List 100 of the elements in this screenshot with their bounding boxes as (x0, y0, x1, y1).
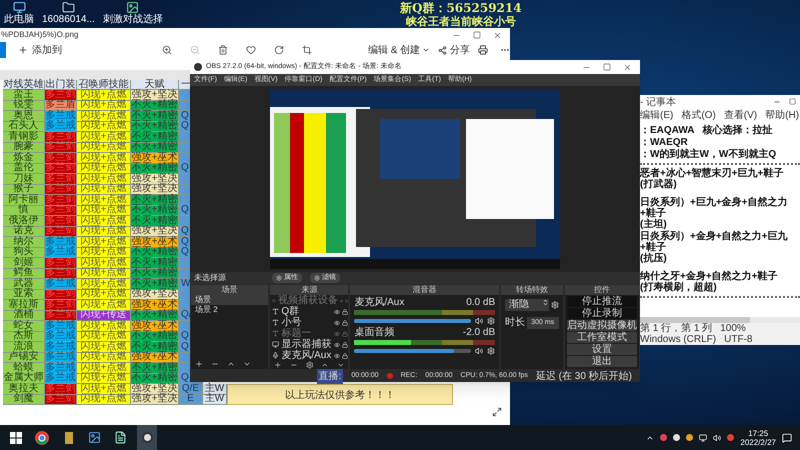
control-button[interactable]: 退出 (567, 356, 637, 367)
move-down-icon[interactable] (243, 360, 251, 368)
speaker-icon[interactable] (475, 347, 484, 355)
column-header: 出门装 (45, 80, 77, 90)
text-line: ：W的到就主W，W不到就主Q (640, 149, 776, 160)
source-item[interactable]: 小号 (270, 317, 348, 328)
text-line: 纳什之牙+金身+自然之力+鞋子 (640, 271, 778, 282)
dock-title: 控件 (565, 285, 639, 295)
item-cell: 多兰剑 (45, 195, 77, 206)
network-icon[interactable] (699, 434, 708, 442)
talent-cell: 不灭+精密 (131, 206, 179, 216)
menu-item[interactable]: 格式(O) (681, 108, 716, 122)
rotate-icon[interactable] (274, 45, 284, 55)
spell-cell: 闪现+点燃 (77, 142, 131, 153)
move-down-icon[interactable] (336, 361, 344, 369)
settings-icon[interactable] (487, 317, 496, 325)
control-button[interactable]: 停止录制 (567, 308, 637, 319)
window-title: %PDBJAH)5%)O.png (0, 29, 78, 41)
transition-select[interactable]: 渐隐 (505, 299, 549, 311)
source-item[interactable]: 显示器捕获 (270, 339, 348, 350)
column-header: 对线英雄 (3, 80, 45, 90)
gear-icon (314, 275, 320, 281)
crop-icon[interactable] (302, 45, 312, 55)
volume-slider[interactable] (354, 319, 472, 323)
notepad-icon[interactable] (114, 431, 127, 444)
obs-icon[interactable] (137, 425, 157, 450)
talent-cell: 不灭+精密 (131, 310, 179, 321)
item-cell: 多兰剑 (45, 174, 77, 184)
spell-cell: 闪现+点燃 (77, 394, 131, 405)
dock-title: 场景 (191, 285, 268, 295)
source-item[interactable]: Q群 (270, 306, 348, 317)
spell-cell: 闪现+点燃 (77, 300, 131, 310)
folder-icon (62, 1, 75, 14)
duration-label: 时长 (505, 316, 526, 330)
item-cell: 多兰剑 (45, 384, 77, 394)
icon-label: 16086014... (42, 14, 95, 25)
menu-item[interactable]: 编辑(E) (640, 108, 674, 122)
control-button[interactable]: 设置 (567, 344, 637, 355)
item-cell: 多兰戒 (45, 122, 77, 132)
expand-icon[interactable] (492, 407, 502, 417)
move-up-icon[interactable] (227, 360, 235, 368)
add-to-button[interactable]: 添加到 (18, 42, 62, 58)
text-icon (272, 319, 280, 326)
share-button[interactable]: 分享 (438, 42, 470, 58)
hero-cell: 金属大师 (3, 374, 45, 384)
window-title: - 记事本 (640, 96, 676, 110)
spell-cell: 闪现+点燃 (77, 226, 131, 237)
gear-icon (276, 275, 282, 281)
browser-icon[interactable] (35, 430, 49, 444)
desktop-icon[interactable]: 16086014... (42, 1, 95, 25)
scene-item[interactable]: 场景 (191, 295, 268, 305)
photos-icon[interactable] (88, 431, 101, 444)
control-button[interactable]: 停止推流 (567, 296, 637, 307)
source-item[interactable]: 麦克风/Aux (270, 350, 348, 361)
hero-cell: 卢锡安 (3, 352, 45, 363)
desktop-icon[interactable]: 此电脑 (4, 1, 34, 25)
icon-label: 此电脑 (4, 14, 34, 25)
maximize-icon[interactable] (603, 63, 611, 71)
lock-icon[interactable] (342, 342, 348, 348)
delay-status: 延迟 (在 30 秒后开始) (536, 370, 632, 384)
close-icon[interactable] (623, 62, 632, 72)
settings-icon[interactable] (551, 301, 559, 309)
add-icon[interactable] (274, 361, 282, 369)
volume-icon[interactable] (713, 434, 722, 442)
lock-icon[interactable] (342, 320, 348, 326)
item-cell: 多兰戒 (45, 374, 77, 384)
app-icon (194, 63, 202, 71)
maximize-icon[interactable] (789, 98, 796, 105)
text-line: (打寿横刷，超超) (640, 282, 717, 293)
notification-icon[interactable] (782, 432, 792, 442)
delete-icon[interactable] (218, 45, 228, 55)
lock-icon[interactable] (342, 352, 348, 358)
lock-icon[interactable] (342, 308, 348, 314)
control-button[interactable]: 工作室模式 (567, 332, 637, 343)
status-text: 第 1 行，第 1 列 (640, 323, 712, 334)
channel-name: 桌面音频 (354, 328, 394, 338)
desktop-icon[interactable]: 刺激对战选择 (102, 1, 163, 25)
windows-logo-icon[interactable] (10, 432, 22, 444)
printer-icon[interactable] (478, 45, 488, 55)
level-one-cell: Q/E (179, 384, 203, 394)
menu-item[interactable]: 查看(V) (724, 108, 758, 122)
item-cell: 多兰剑 (45, 153, 77, 164)
talent-cell: 不灭+精密 (131, 142, 179, 153)
item-cell: 多兰剑 (45, 184, 77, 195)
add-icon[interactable] (195, 360, 203, 368)
heart-icon[interactable] (246, 45, 256, 55)
talent-cell: 强攻+巫术 (131, 352, 179, 363)
control-button[interactable]: 启动虚拟摄像机 (567, 320, 637, 331)
db-reading: -2.0 dB (462, 328, 496, 338)
menu-item[interactable]: 帮助(H) (765, 108, 800, 122)
item-cell: 多兰剑 (45, 226, 77, 237)
volume-slider[interactable] (354, 349, 472, 353)
edit-create-button[interactable]: 编辑 & 创建 (368, 42, 430, 58)
move-up-icon[interactable] (321, 361, 329, 369)
zoom-in-icon[interactable] (162, 45, 172, 55)
close-icon[interactable] (493, 30, 502, 40)
settings-icon[interactable] (487, 347, 496, 355)
settings-icon[interactable] (306, 361, 314, 369)
speaker-icon[interactable] (475, 317, 484, 325)
maximize-icon[interactable] (473, 31, 481, 39)
